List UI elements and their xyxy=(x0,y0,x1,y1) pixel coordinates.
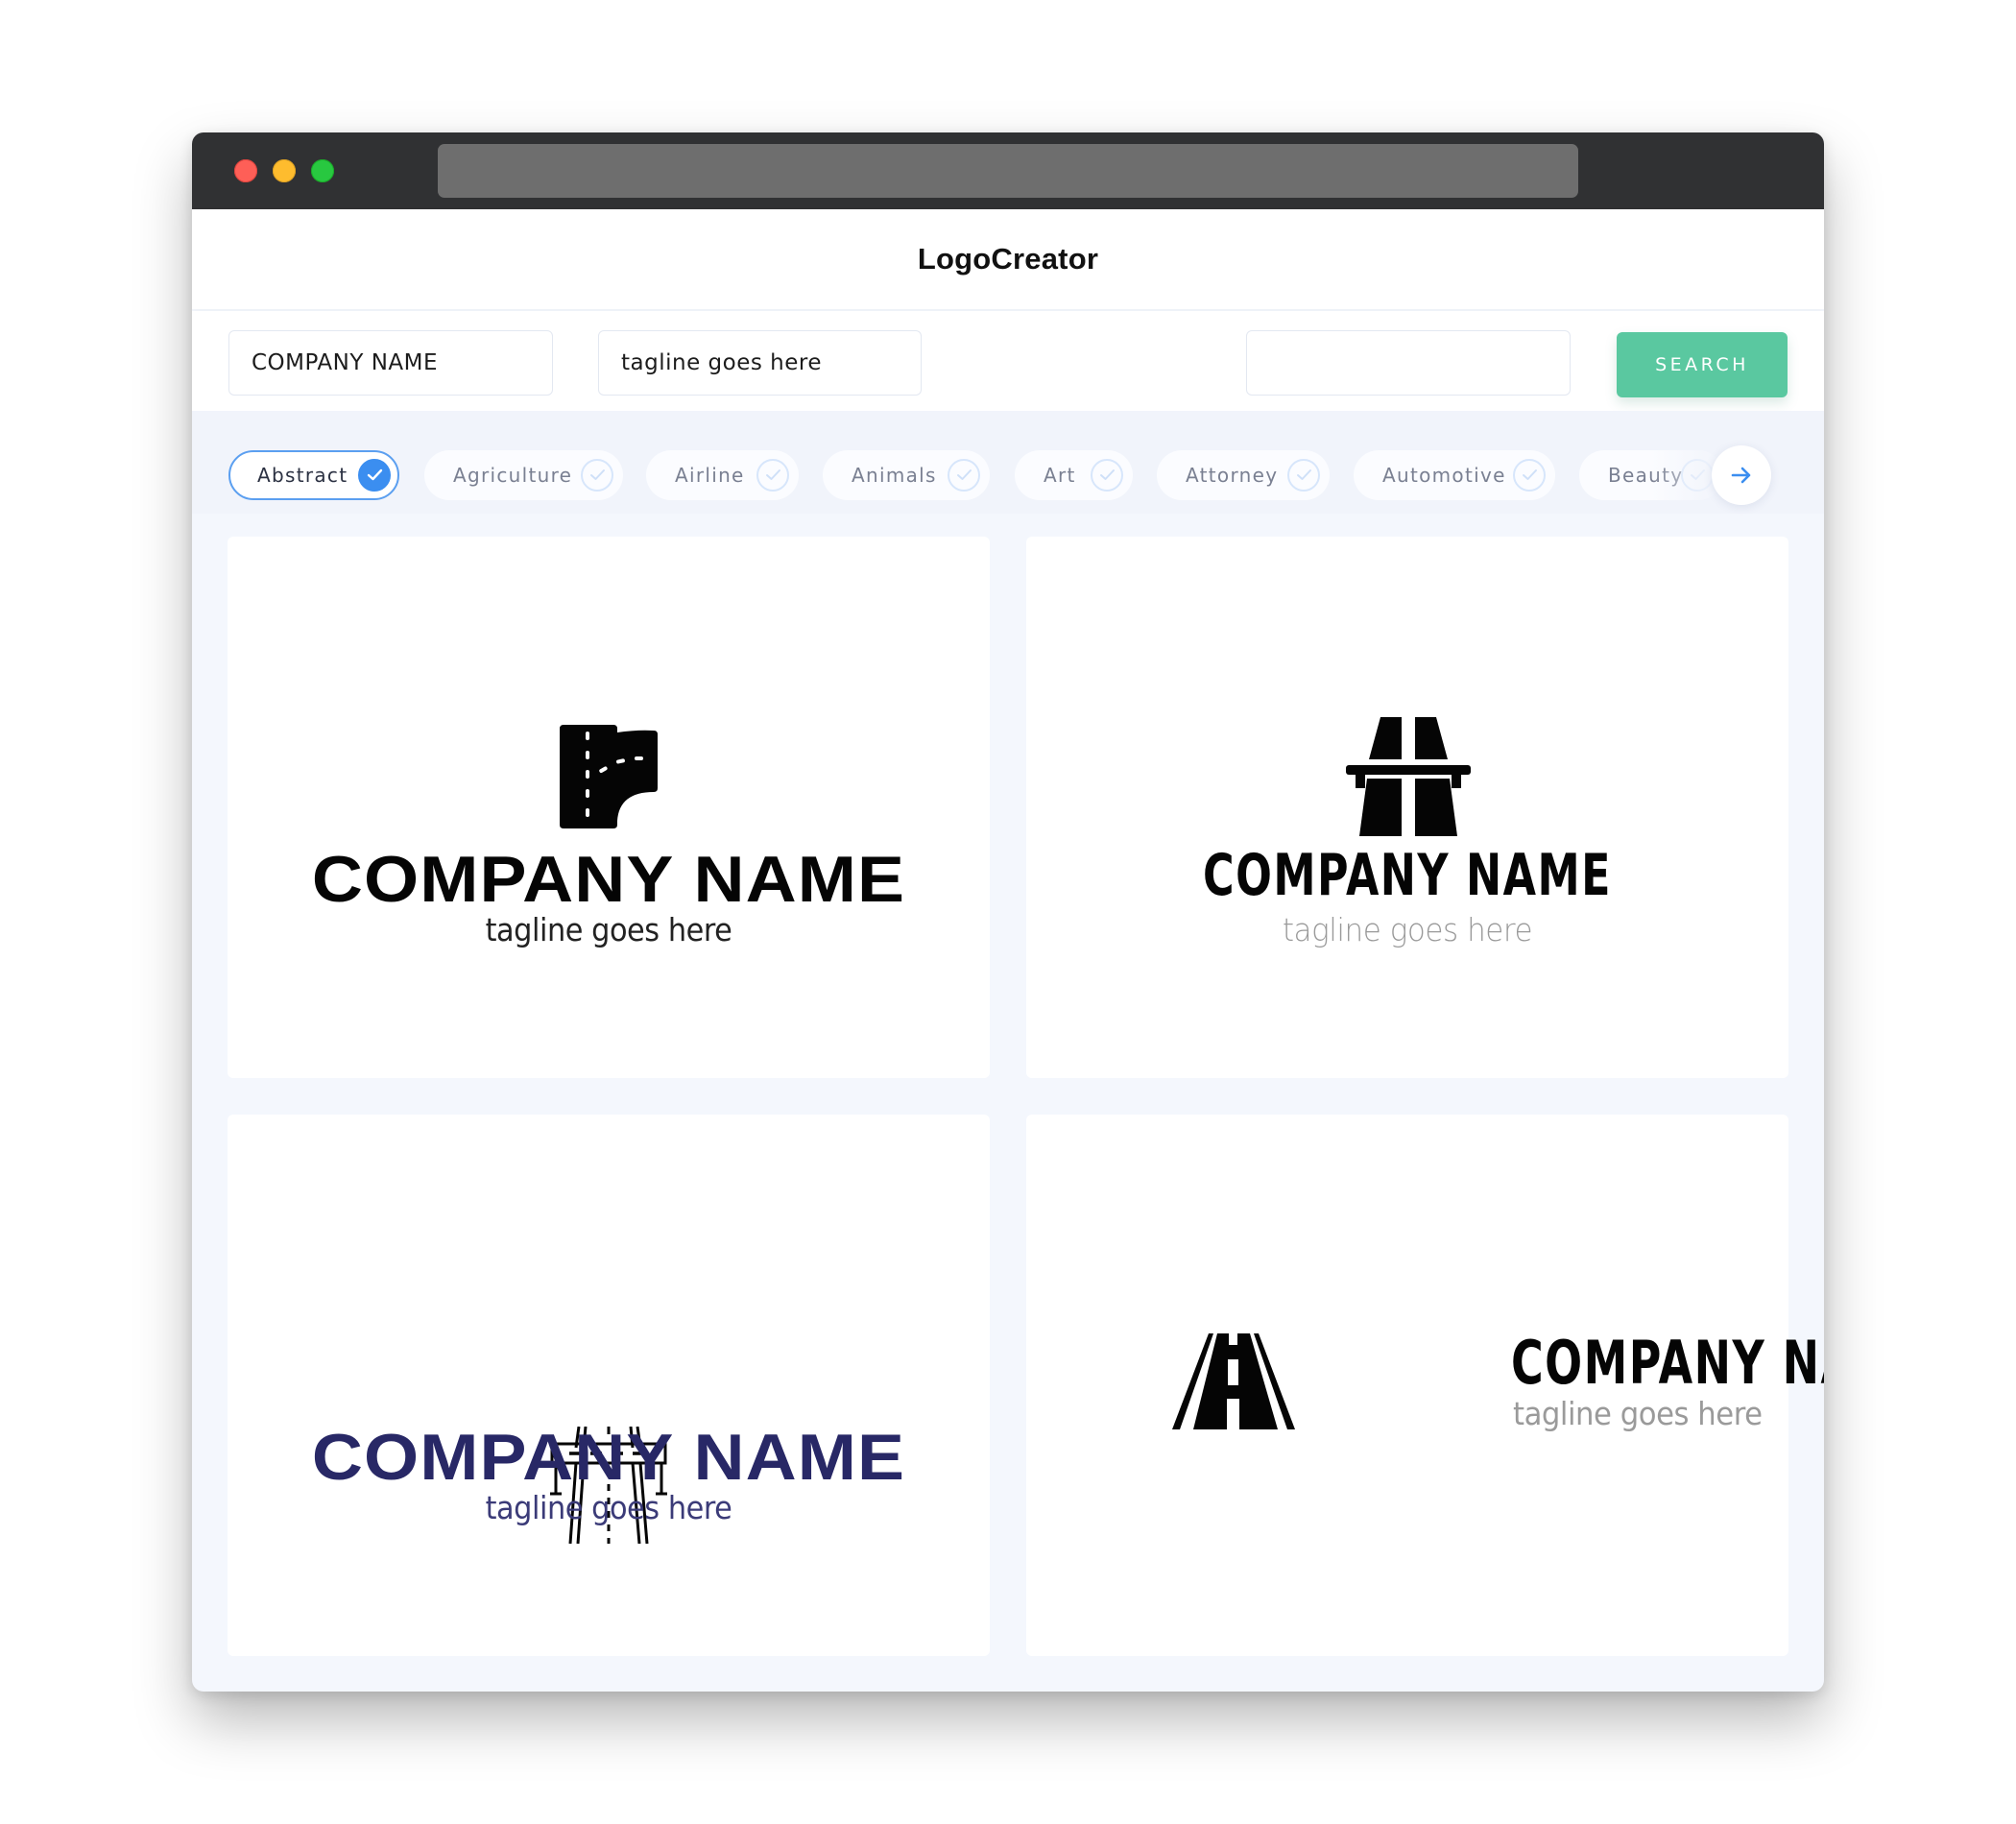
logo-tagline: tagline goes here xyxy=(1282,911,1533,948)
logo-tagline: tagline goes here xyxy=(485,1489,732,1526)
chip-label: Agriculture xyxy=(453,464,573,487)
logo-company-name: COMPANY NAME xyxy=(1511,1328,1824,1398)
category-filter-bar: Abstract Agriculture Airline Animals Art… xyxy=(192,411,1824,514)
logo-card[interactable]: COMPANY NAME tagline goes here xyxy=(228,1115,990,1656)
browser-window: LogoCreator SEARCH Abstract Agriculture … xyxy=(192,132,1824,1692)
motorway-icon xyxy=(1346,717,1471,840)
road-junction-icon xyxy=(560,725,660,832)
category-chip-automotive[interactable]: Automotive xyxy=(1354,450,1555,500)
title-bar xyxy=(192,132,1824,209)
logo-tagline: tagline goes here xyxy=(1513,1395,1763,1432)
chip-label: Automotive xyxy=(1382,464,1506,487)
chip-label: Art xyxy=(1044,464,1076,487)
keyword-input[interactable] xyxy=(1246,330,1571,396)
check-icon xyxy=(756,459,789,492)
logo-tagline: tagline goes here xyxy=(485,911,732,948)
search-button[interactable]: SEARCH xyxy=(1617,332,1788,397)
next-categories-button[interactable] xyxy=(1712,445,1771,505)
category-chip-airline[interactable]: Airline xyxy=(646,450,799,500)
address-bar[interactable] xyxy=(438,144,1578,198)
logo-company-name: COMPANY NAME xyxy=(1203,842,1612,909)
check-icon xyxy=(1287,459,1320,492)
logo-company-name: COMPANY NAME xyxy=(311,843,906,916)
check-icon xyxy=(948,459,980,492)
close-window-button[interactable] xyxy=(234,159,257,182)
logo-card[interactable]: COMPANY NAME tagline goes here xyxy=(1026,1115,1824,1656)
check-icon xyxy=(581,459,613,492)
logo-card[interactable]: COMPANY NAME tagline goes here xyxy=(1026,537,1788,1078)
road-perspective-icon xyxy=(1172,1333,1295,1433)
category-chip-animals[interactable]: Animals xyxy=(823,450,990,500)
check-icon xyxy=(358,459,391,492)
chip-label: Abstract xyxy=(257,464,348,487)
search-bar: SEARCH xyxy=(192,311,1824,411)
category-chip-agriculture[interactable]: Agriculture xyxy=(424,450,623,500)
chip-scroll-fade xyxy=(1651,445,1718,505)
logo-card[interactable]: COMPANY NAME tagline goes here xyxy=(228,537,990,1078)
check-icon xyxy=(1513,459,1546,492)
tagline-input[interactable] xyxy=(598,330,922,396)
category-chip-art[interactable]: Art xyxy=(1015,450,1133,500)
chip-label: Animals xyxy=(852,464,937,487)
app-header: LogoCreator xyxy=(192,209,1824,309)
maximize-window-button[interactable] xyxy=(311,159,334,182)
company-name-input[interactable] xyxy=(228,330,553,396)
category-chip-attorney[interactable]: Attorney xyxy=(1157,450,1330,500)
minimize-window-button[interactable] xyxy=(273,159,296,182)
check-icon xyxy=(1091,459,1123,492)
chip-label: Attorney xyxy=(1186,464,1279,487)
category-chip-abstract[interactable]: Abstract xyxy=(228,450,399,500)
brand-logo[interactable]: LogoCreator xyxy=(192,242,1824,276)
logo-company-name: COMPANY NAME xyxy=(311,1421,906,1494)
chip-label: Airline xyxy=(675,464,745,487)
